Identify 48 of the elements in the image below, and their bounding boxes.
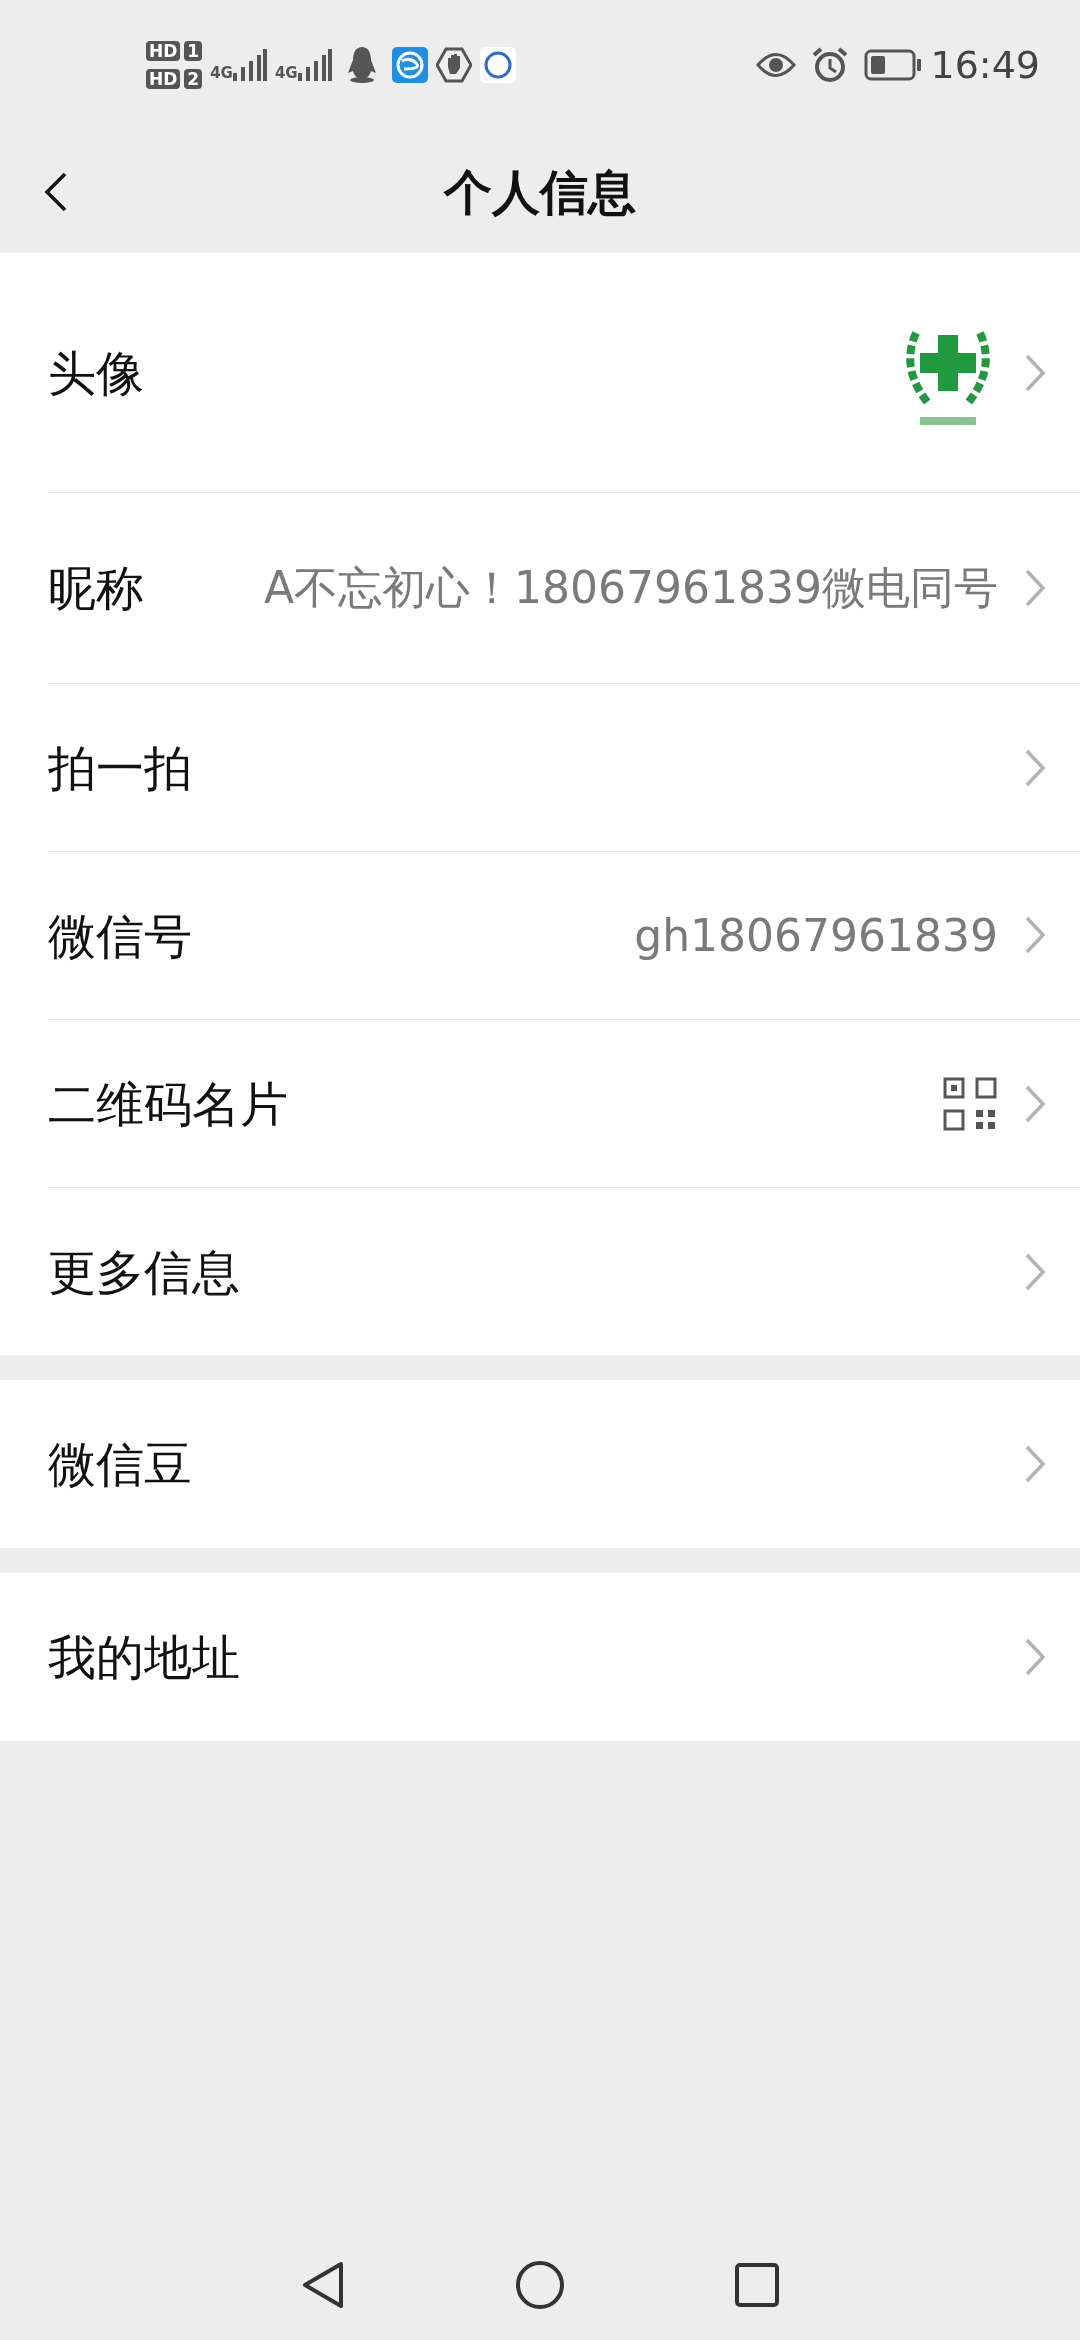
row-label: 微信号 (48, 906, 192, 966)
penguin-icon (347, 47, 376, 83)
signal-icon (297, 49, 332, 81)
chevron-icon (1024, 352, 1046, 393)
home-icon[interactable] (515, 2260, 565, 2310)
row-value: A不忘初心！18067961839微电同号 (262, 561, 998, 616)
chevron-icon (1024, 1251, 1046, 1292)
sim-slot: 2 (184, 69, 203, 89)
list-item[interactable]: 二维码名片 (0, 1019, 1080, 1187)
eye-icon (756, 52, 797, 78)
clock-time: 16:49 (930, 41, 1040, 89)
row-label: 我的地址 (48, 1628, 240, 1687)
list-item[interactable]: 微信号 gh18067961839 (0, 851, 1080, 1019)
chevron-icon (1024, 747, 1046, 788)
chevron-icon (1024, 1083, 1046, 1124)
chevron-icon (1024, 1637, 1046, 1677)
app-icon (391, 47, 428, 83)
row-label: 昵称 (48, 559, 144, 618)
battery-icon (864, 49, 923, 81)
back-icon[interactable] (301, 2261, 345, 2309)
back-icon[interactable] (44, 172, 68, 212)
list-item[interactable]: 微信豆 (0, 1380, 1080, 1548)
row-label: 头像 (48, 343, 144, 403)
sim-label: HD (146, 41, 181, 61)
chevron-icon (1024, 1444, 1046, 1484)
sim-label: HD (146, 69, 181, 89)
row-label: 更多信息 (48, 1242, 240, 1302)
row-label: 二维码名片 (48, 1074, 288, 1134)
chevron-icon (1024, 568, 1046, 608)
row-label: 微信豆 (48, 1435, 192, 1494)
qr-code-icon (942, 1075, 998, 1132)
alarm-icon (812, 47, 849, 83)
recents-icon[interactable] (735, 2263, 779, 2307)
signal-icon (232, 49, 267, 81)
page-title: 个人信息 (444, 162, 636, 222)
row-label: 拍一拍 (48, 738, 192, 798)
chevron-icon (1024, 915, 1046, 956)
app-icon (479, 47, 516, 83)
list-item[interactable]: 更多信息 (0, 1187, 1080, 1355)
list-item[interactable]: 头像 (0, 253, 1080, 492)
list-item[interactable]: 拍一拍 (0, 683, 1080, 851)
row-value: gh18067961839 (633, 908, 998, 963)
network-type: 4G (210, 65, 233, 81)
list-item[interactable]: 我的地址 (0, 1573, 1080, 1741)
network-type: 4G (274, 65, 298, 81)
hand-icon (435, 47, 472, 83)
list-item[interactable]: 昵称 A不忘初心！18067961839微电同号 (0, 492, 1080, 683)
sim-slot: 1 (184, 41, 203, 61)
